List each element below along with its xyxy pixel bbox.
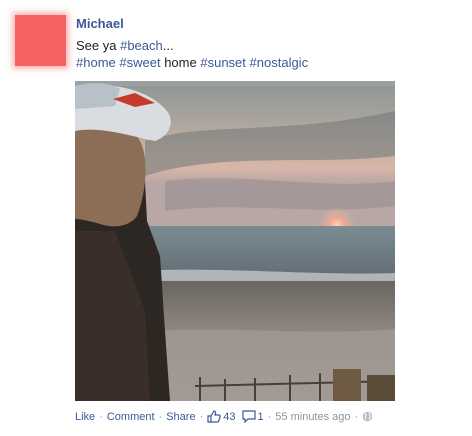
profile-avatar[interactable] (15, 15, 66, 66)
photo-illustration (75, 81, 395, 401)
share-link[interactable]: Share (166, 411, 195, 423)
comment-link[interactable]: Comment (107, 411, 155, 423)
status-text-prefix: See ya (76, 38, 121, 53)
post-footer: Like · Comment · Share · 43 1 · 55 minut… (75, 410, 373, 423)
hashtag-sunset[interactable]: #sunset (200, 55, 246, 70)
author-name[interactable]: Michael (76, 16, 124, 31)
hashtag-home[interactable]: #home (76, 55, 116, 70)
status-line-2: #home #sweet home #sunset #nostalgic (76, 55, 308, 70)
status-line-1: See ya #beach... (76, 38, 174, 53)
separator: · (99, 410, 103, 423)
like-link[interactable]: Like (75, 411, 95, 423)
globe-icon[interactable] (362, 411, 373, 422)
status-word-home: home (164, 55, 197, 70)
separator: · (158, 410, 163, 423)
hashtag-beach[interactable]: #beach (120, 38, 163, 53)
speech-bubble-icon[interactable] (241, 410, 256, 423)
post-timestamp[interactable]: 55 minutes ago (275, 411, 350, 423)
hashtag-sweet[interactable]: #sweet (119, 55, 160, 70)
status-text-suffix: ... (162, 38, 174, 53)
separator: · (354, 410, 359, 423)
separator: · (267, 410, 272, 423)
comment-count[interactable]: 1 (258, 411, 264, 423)
like-count[interactable]: 43 (223, 411, 235, 423)
thumbs-up-icon[interactable] (207, 410, 222, 423)
hashtag-nostalgic[interactable]: #nostalgic (250, 55, 309, 70)
separator: · (199, 410, 204, 423)
post-photo[interactable] (75, 81, 395, 401)
